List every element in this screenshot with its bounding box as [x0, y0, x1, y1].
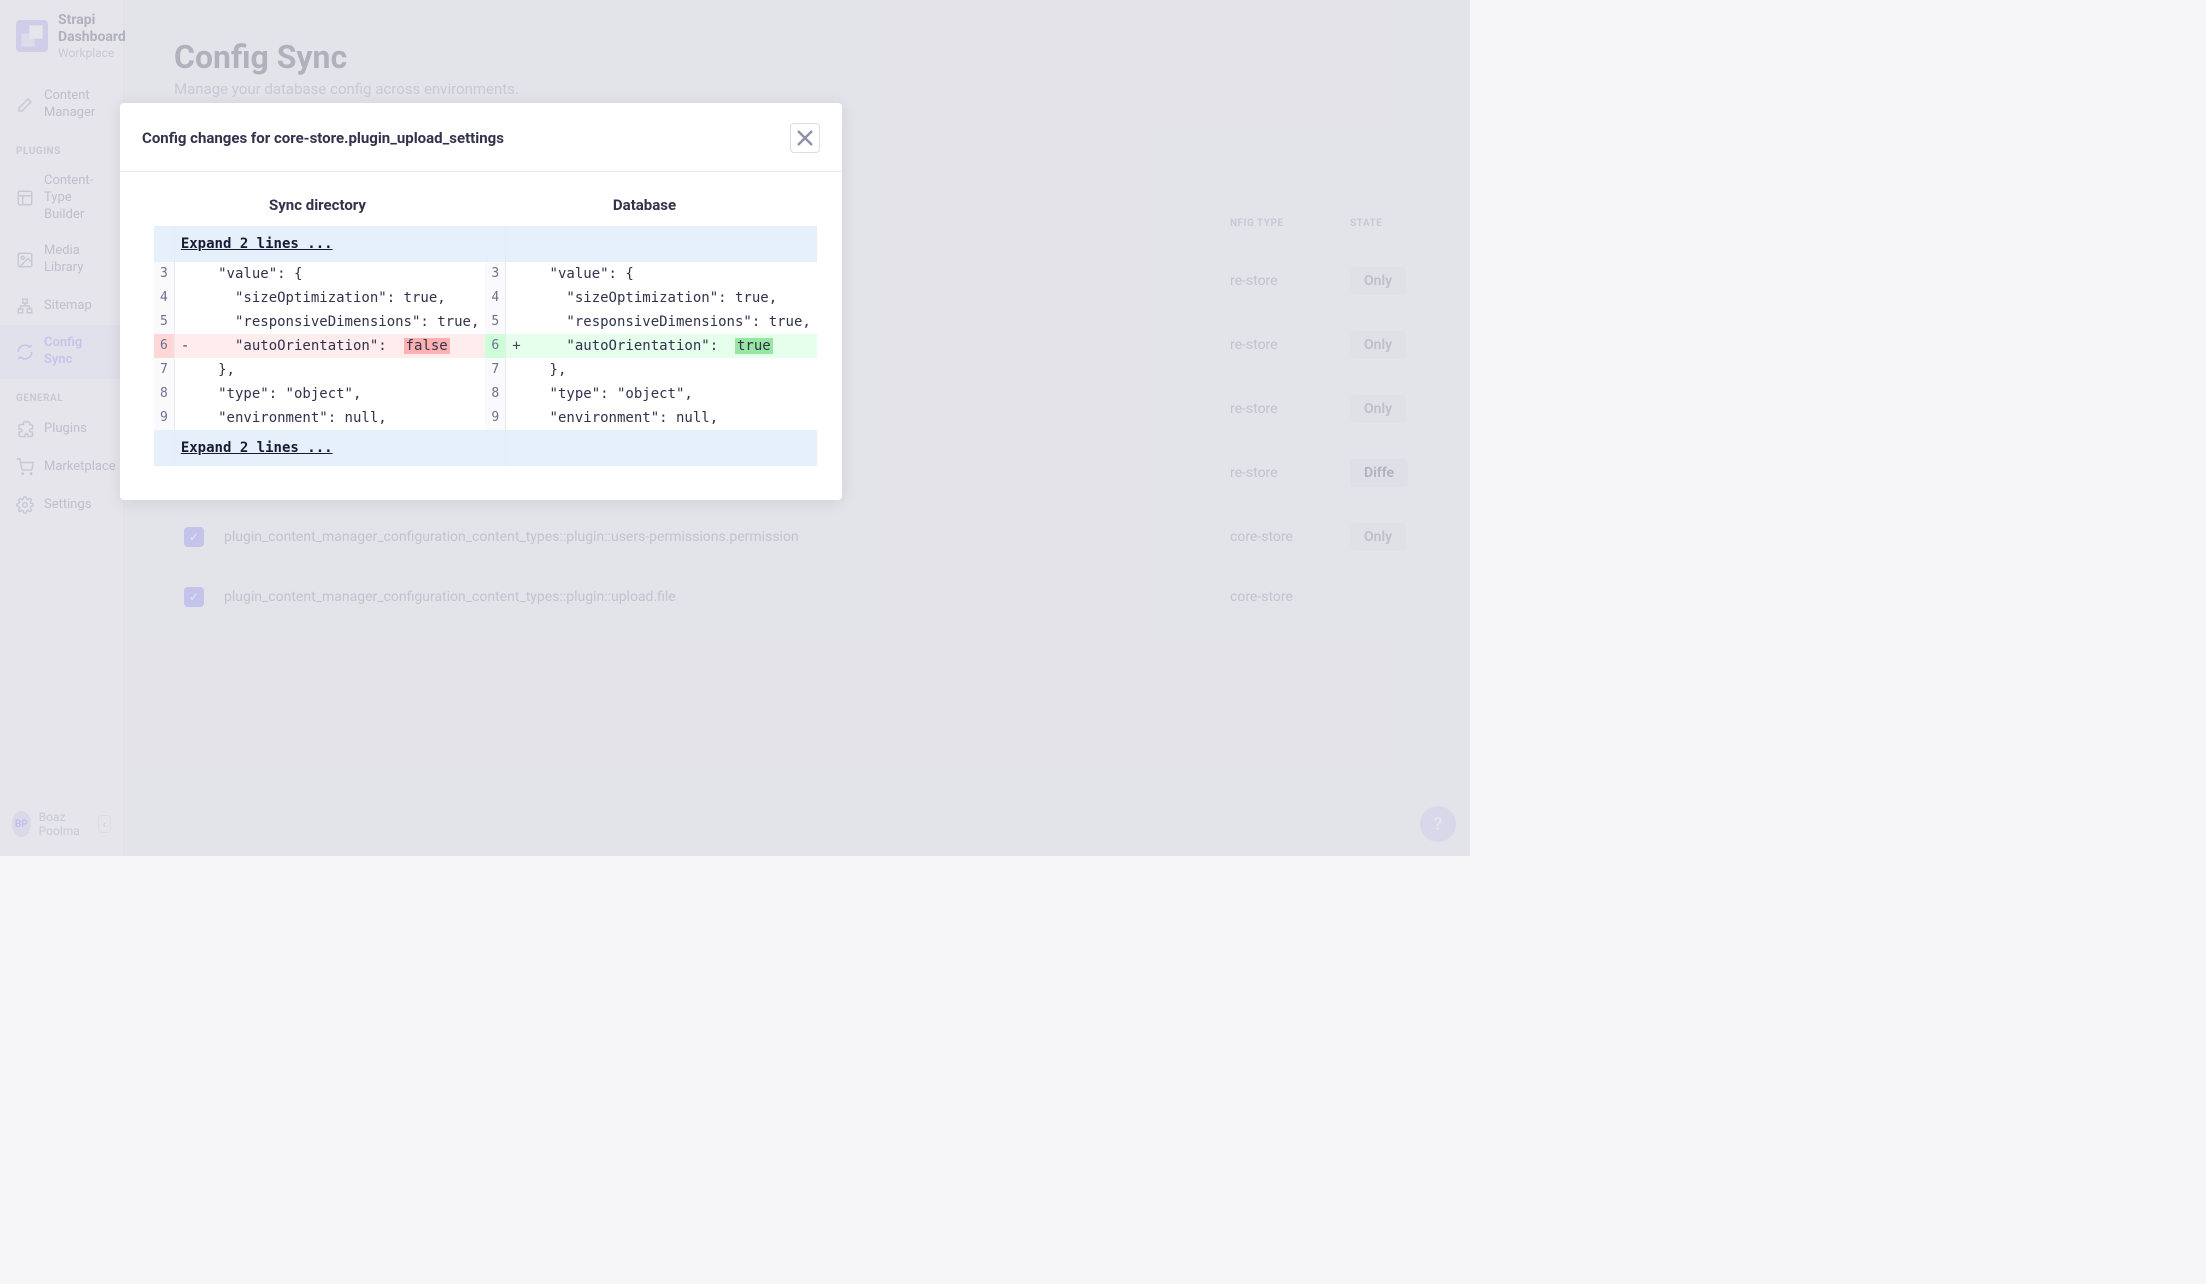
- diff-line: "environment": null,: [527, 406, 817, 430]
- diff-line: "sizeOptimization": true,: [195, 286, 485, 310]
- line-number: 6: [485, 334, 505, 358]
- close-button[interactable]: [790, 123, 820, 153]
- diff-modal: Config changes for core-store.plugin_upl…: [120, 103, 842, 500]
- line-number: 7: [485, 358, 505, 382]
- line-number: 3: [485, 262, 505, 286]
- diff-right-header: Database: [481, 196, 808, 214]
- diff-line: "value": {: [195, 262, 485, 286]
- diff-line: "value": {: [527, 262, 817, 286]
- line-number: 7: [154, 358, 174, 382]
- line-number: 9: [154, 406, 174, 430]
- diff-line: "responsiveDimensions": true,: [527, 310, 817, 334]
- line-number: 4: [485, 286, 505, 310]
- diff-table: Expand 2 lines ... 3 "value": { 3 "value…: [154, 226, 817, 466]
- line-number: 8: [485, 382, 505, 406]
- diff-line: },: [195, 358, 485, 382]
- diff-line: "environment": null,: [195, 406, 485, 430]
- diff-line: },: [527, 358, 817, 382]
- line-number: 3: [154, 262, 174, 286]
- line-number: 6: [154, 334, 174, 358]
- diff-line: "type": "object",: [527, 382, 817, 406]
- diff-line-added: "autoOrientation": true: [527, 334, 817, 358]
- expand-bottom-link[interactable]: Expand 2 lines ...: [181, 434, 333, 462]
- diff-line: "responsiveDimensions": true,: [195, 310, 485, 334]
- expand-top-link[interactable]: Expand 2 lines ...: [181, 230, 333, 258]
- line-number: 9: [485, 406, 505, 430]
- line-number: 5: [154, 310, 174, 334]
- diff-line: "sizeOptimization": true,: [527, 286, 817, 310]
- line-number: 8: [154, 382, 174, 406]
- diff-line-deleted: "autoOrientation": false: [195, 334, 485, 358]
- line-number: 5: [485, 310, 505, 334]
- diff-line: "type": "object",: [195, 382, 485, 406]
- modal-title: Config changes for core-store.plugin_upl…: [142, 129, 504, 147]
- line-number: 4: [154, 286, 174, 310]
- diff-left-header: Sync directory: [154, 196, 481, 214]
